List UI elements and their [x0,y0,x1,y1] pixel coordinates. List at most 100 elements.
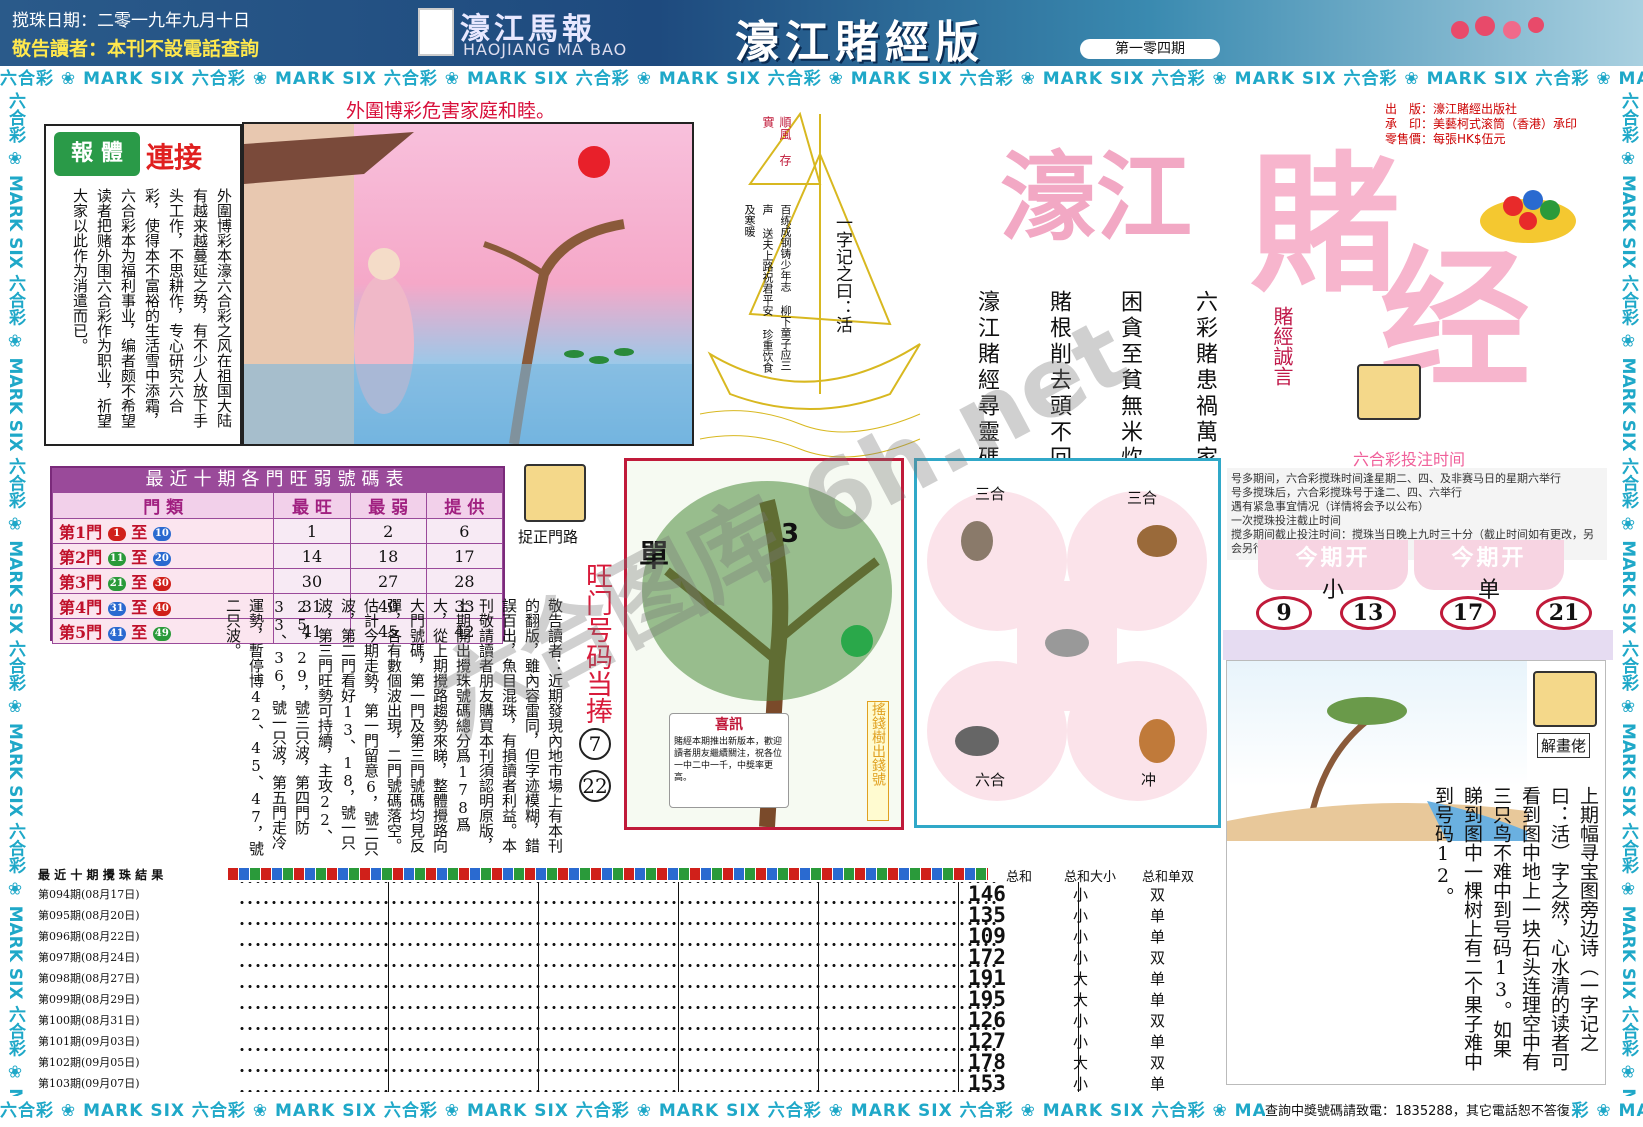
zhuozheng-label: 捉正門路 [518,528,579,546]
wangmen-number-2: 22 [579,770,611,802]
result-odd: 双 [1150,1012,1166,1030]
pick-number: 13 [1340,596,1396,630]
result-size: 小 [1073,1075,1089,1093]
date-text: (09月05日) [81,1056,140,1069]
result-issue: 第096期(08月22日) [38,926,228,947]
result-row: 第096期(08月22日) [38,926,228,947]
result-issue: 第102期(09月05日) [38,1052,228,1073]
gate-name: 第3門 [59,573,103,592]
reader-notice-column: 敬告讀者：近期發現內地市場上有本刊的翻版，雖內容雷同，但字迹模糊，錯誤百出，魚目… [224,598,564,856]
give-cell: 6 [425,518,504,544]
result-row: 第099期(08月29日) [38,989,228,1010]
date-text: (08月29日) [81,993,140,1006]
time-item: 一次搅珠投注截止时间 [1231,514,1341,527]
gate-name: 第1門 [59,523,103,542]
time-item: 号多期间，六合彩搅珠时间逢星期二、四、及非赛马日的星期六举行 [1231,472,1561,485]
table-row: 第2門 11 至 20 14 18 17 [51,543,504,569]
issue-text: 第095期 [38,909,81,922]
date-text: (08月22日) [81,930,140,943]
gate-cell: 第3門 21 至 30 [51,568,275,594]
results-dot-grid [238,882,998,1092]
boat-poem: 順風 存實 百练成钢铸少年志 柳下童子应三声 送夫上路祝君平安 珍重饮食及寒暖 … [690,94,930,474]
verse-4: 濠江賭經尋靈碼 [974,290,999,472]
col-header: 門 類 [51,492,275,519]
lianjie-tag2: 連接 [146,141,203,174]
lucky-ingot-icon [1478,176,1578,246]
result-size: 小 [1073,949,1089,967]
result-row: 第103期(09月07日) [38,1073,228,1094]
result-size: 大 [1073,1054,1089,1072]
story-illustration [242,122,694,446]
issue-text: 第102期 [38,1056,81,1069]
issue-text: 第100期 [38,1014,81,1027]
title-art-du: 賭 [1250,137,1401,313]
grid-divider [678,882,679,1092]
issue-text: 第094期 [38,888,81,901]
lianjie-tag-text: 報 體 [71,141,123,166]
result-row: 第101期(09月03日) [38,1031,228,1052]
date-text: (08月24日) [81,951,140,964]
ball-from: 1 [107,526,126,541]
right-border-strip: 六合彩 ❀ MARK SIX 六合彩 ❀ MARK SIX 六合彩 ❀ MARK… [1618,92,1638,1096]
relation-label-br: 冲 [1141,771,1157,789]
this-issue-odd-title: 今期开 [1451,546,1527,571]
zodiac-relation-box: 三合 三合 六合 冲 [914,458,1221,828]
grid-divider [388,882,389,1092]
give-cell: 28 [425,568,504,594]
result-issue: 第094期(08月17日) [38,884,228,905]
zhuozheng-block: 捉正門路 [518,462,594,552]
result-row: 第095期(08月20日) [38,905,228,926]
issue-text: 第097期 [38,951,81,964]
explainer-text: 上期幅寻宝图旁边诗（一字记之曰：活）字之然，心水清的读者可看到图中地上一块石头连… [1432,786,1599,1071]
result-issue: 第097期(08月24日) [38,947,228,968]
ball-to: 30 [152,576,171,591]
issue-text: 第096期 [38,930,81,943]
result-odd: 双 [1150,949,1166,967]
header-banner: 搅珠日期：二零一九年九月十日 敬告讀者：本刊不設電話查詢 濠江馬報 HAOJIA… [0,0,1643,68]
lianjie-body: 外圍博彩本濠六合彩之风在祖国大陆有越来越蔓延之势，有不少人放下手头工作，不思耕作… [71,188,233,428]
result-odd: 单 [1150,991,1166,1009]
col-size-header: 总和大小 [1064,870,1117,885]
result-size: 大 [1073,970,1089,988]
printer-line: 承 印：美藝柯式滚筒（香港）承印 [1385,117,1578,131]
issue-text: 第099期 [38,993,81,1006]
gate-cell: 第1門 1 至 10 [51,518,275,544]
price-line: 零售價：每張HK$伍元 [1385,132,1506,146]
result-size: 小 [1073,886,1089,904]
pick-number: 9 [1256,596,1312,630]
publisher-line: 出 版：濠江賭經出版社 [1385,102,1518,116]
warning-title: 外圍博彩危害家庭和睦。 [346,100,556,122]
result-size: 小 [1073,1033,1089,1051]
result-size: 小 [1073,928,1089,946]
date-text: (08月20日) [81,909,140,922]
date-text: (09月07日) [81,1077,140,1090]
grid-divider [818,882,819,1092]
grid-divider [538,882,539,1092]
pointing-hand-icon [1357,364,1421,420]
min-cell: 18 [349,543,427,569]
ball-to: 20 [152,551,171,566]
last-ten-results: 最 近 十 期 攪 珠 結 果 总和 总和大小 总和单双 第094期(08月17… [38,866,1218,1095]
issue-text: 第098期 [38,972,81,985]
gate-cell: 第2門 11 至 20 [51,543,275,569]
tree-label: 單 [639,539,669,574]
give-cell: 17 [425,543,504,569]
result-odd: 单 [1150,1033,1166,1051]
min-cell: 27 [349,568,427,594]
lianjie-box: 報 體 連接 外圍博彩本濠六合彩之风在祖国大陆有越来越蔓延之势，有不少人放下手头… [44,124,242,446]
results-title: 最 近 十 期 攪 珠 結 果 [38,868,164,882]
news-card: 喜訊 賭經本期推出新版本，歡迎讀者朋友繼續關注，祝各位一中二中一千，中獎率更高。 [669,713,789,808]
time-item: 遇有紧急事宜情况（详情将会予以公布） [1231,500,1429,513]
top-border-strip: 六合彩 ❀ MARK SIX 六合彩 ❀ MARK SIX 六合彩 ❀ MARK… [0,66,1643,92]
lianjie-tag: 報 體 [54,132,140,176]
verse-1: 六彩賭患禍萬家 [1192,290,1217,472]
pointing-hand-icon [524,464,586,522]
result-size: 小 [1073,907,1089,925]
issue-text: 第103期 [38,1077,81,1090]
result-size: 大 [1073,991,1089,1009]
book-icon [418,8,454,56]
explainer-label: 解畫佬 [1537,733,1591,758]
verse-3: 賭根削去頭不回 [1046,290,1071,472]
relation-label-bl: 六合 [975,771,1006,789]
relation-label-tl: 三合 [975,485,1006,503]
